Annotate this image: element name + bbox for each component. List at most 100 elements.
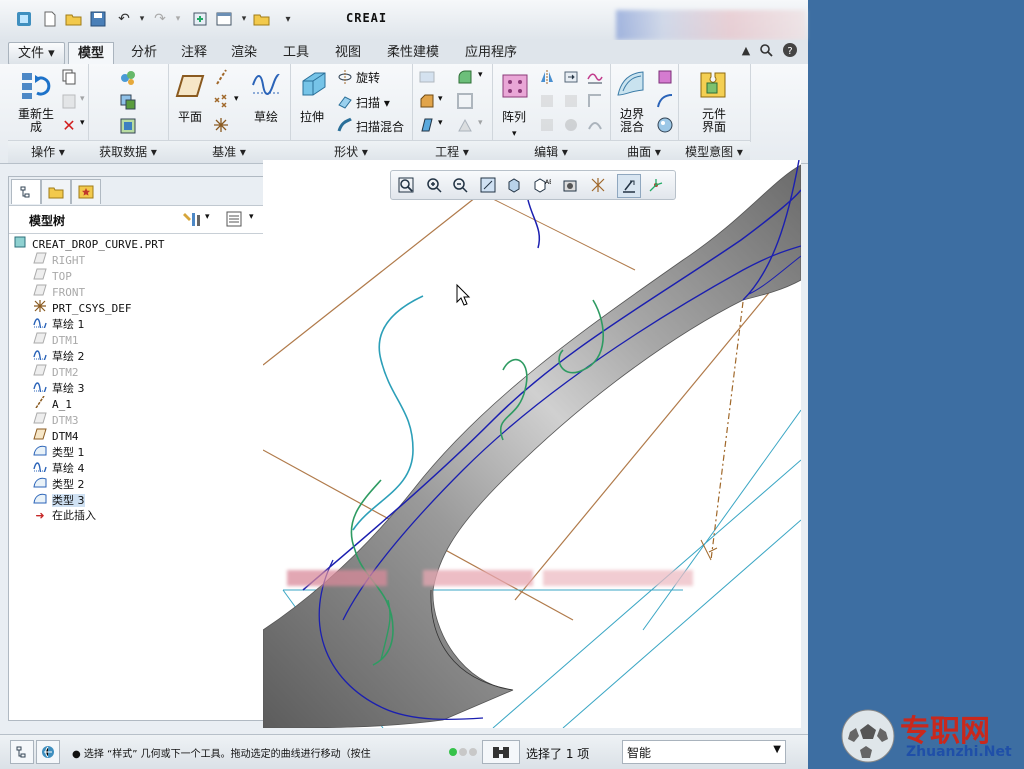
graphics-viewport[interactable] xyxy=(263,160,801,728)
revolve-button[interactable]: 旋转 xyxy=(356,69,380,86)
browser-toggle-icon[interactable] xyxy=(36,740,60,764)
filter-dropdown-icon[interactable]: ▼ xyxy=(773,744,781,755)
display-style-icon[interactable] xyxy=(503,174,525,196)
tree-item-dtm1[interactable]: DTM1 xyxy=(33,332,79,348)
extend-icon[interactable] xyxy=(562,68,580,86)
close-window-folder-icon[interactable] xyxy=(252,9,272,29)
coordinate-system-icon[interactable] xyxy=(212,116,230,134)
regenerate-button[interactable]: 重新生成 xyxy=(14,108,58,134)
round-dropdown-icon[interactable]: ▾ xyxy=(478,70,483,80)
boundary-blend-button[interactable]: 边界混合 xyxy=(618,108,646,134)
search-command-icon[interactable] xyxy=(756,40,776,60)
save-icon[interactable] xyxy=(88,9,108,29)
windows-icon[interactable] xyxy=(214,9,234,29)
copy-icon[interactable] xyxy=(60,68,78,86)
tree-item-right[interactable]: RIGHT xyxy=(33,252,85,268)
tab-annotate[interactable]: 注释 xyxy=(172,42,216,63)
hole-icon[interactable] xyxy=(418,68,436,86)
boundary-blend-icon[interactable] xyxy=(614,68,648,102)
redo-dropdown-icon[interactable]: ▾ xyxy=(168,9,188,29)
tab-tools[interactable]: 工具 xyxy=(274,42,318,63)
saved-orientations-icon[interactable]: AB xyxy=(531,174,553,196)
repaint-icon[interactable] xyxy=(477,174,499,196)
mirror-icon[interactable] xyxy=(538,68,556,86)
tab-file[interactable]: 文件 ▾ xyxy=(8,42,65,65)
tree-item-top[interactable]: TOP xyxy=(33,268,72,284)
tree-item-dtm3[interactable]: DTM3 xyxy=(33,412,79,428)
sweep-icon[interactable] xyxy=(336,92,354,110)
zoom-in-icon[interactable] xyxy=(423,174,445,196)
tree-item-part[interactable]: CREAT_DROP_CURVE.PRT xyxy=(13,236,164,252)
revolve-icon[interactable] xyxy=(336,68,354,86)
merge-icon[interactable] xyxy=(538,92,556,110)
favorites-tab-icon[interactable] xyxy=(71,179,101,204)
tree-item-sketch-1[interactable]: 草绘 1 xyxy=(33,316,85,332)
tab-applications[interactable]: 应用程序 xyxy=(456,42,526,63)
regenerate-icon[interactable] xyxy=(190,9,210,29)
folder-browser-tab-icon[interactable] xyxy=(41,179,71,204)
rib-dropdown-icon[interactable]: ▾ xyxy=(478,118,483,128)
group-label-get-data[interactable]: 获取数据 ▾ xyxy=(88,140,168,163)
model-tree-tab-icon[interactable] xyxy=(11,179,41,204)
extrude-button[interactable]: 拉伸 xyxy=(300,108,324,125)
chamfer-dropdown-icon[interactable]: ▾ xyxy=(438,94,443,104)
pattern-icon[interactable] xyxy=(498,68,532,102)
shell-icon[interactable] xyxy=(456,92,474,110)
undo-icon[interactable]: ↶ xyxy=(114,9,134,29)
tree-item-style-3[interactable]: 类型 3 xyxy=(33,492,85,508)
style-icon[interactable] xyxy=(656,92,674,110)
group-label-operations[interactable]: 操作 ▾ xyxy=(8,140,88,163)
paste-icon[interactable] xyxy=(60,92,78,110)
refit-icon[interactable] xyxy=(395,174,417,196)
sketch-icon[interactable] xyxy=(250,68,282,100)
component-interface-button[interactable]: 元件界面 xyxy=(700,108,728,134)
solidify-icon[interactable] xyxy=(562,116,580,134)
tab-analysis[interactable]: 分析 xyxy=(122,42,166,63)
spin-center-icon[interactable] xyxy=(645,174,667,196)
trim-icon[interactable] xyxy=(562,92,580,110)
swept-blend-button[interactable]: 扫描混合 xyxy=(356,118,404,135)
view-manager-icon[interactable] xyxy=(559,174,581,196)
tree-item-style-2[interactable]: 类型 2 xyxy=(33,476,85,492)
tree-item-sketch-3[interactable]: 草绘 3 xyxy=(33,380,85,396)
plane-button[interactable]: 平面 xyxy=(178,108,202,125)
rib-icon[interactable] xyxy=(456,116,474,134)
tab-render[interactable]: 渲染 xyxy=(222,42,266,63)
tree-item-insert-here[interactable]: ➜ 在此插入 xyxy=(33,508,96,524)
regenerate-icon[interactable] xyxy=(18,68,52,102)
annotation-display-icon[interactable] xyxy=(617,174,641,198)
datum-display-filters-icon[interactable] xyxy=(587,174,609,196)
minimize-ribbon-icon[interactable]: ▲ xyxy=(736,40,756,60)
tree-item-dtm4[interactable]: DTM4 xyxy=(33,428,79,444)
windows-dropdown-icon[interactable]: ▾ xyxy=(234,9,254,29)
sketch-button[interactable]: 草绘 xyxy=(254,108,278,125)
model-graphics[interactable] xyxy=(263,160,801,728)
tab-flexible-modeling[interactable]: 柔性建模 xyxy=(378,42,448,63)
extrude-icon[interactable] xyxy=(296,68,330,102)
show-options-dropdown-icon[interactable]: ▾ xyxy=(249,212,254,222)
shrinkwrap-icon[interactable] xyxy=(118,116,138,136)
point-dropdown-icon[interactable]: ▾ xyxy=(234,94,239,104)
delete-dropdown-icon[interactable]: ▾ xyxy=(80,118,85,128)
user-defined-feature-icon[interactable] xyxy=(118,68,138,88)
tree-item-front[interactable]: FRONT xyxy=(33,284,85,300)
open-file-icon[interactable] xyxy=(64,9,84,29)
customize-quick-access-icon[interactable]: ▾ xyxy=(278,9,298,29)
tree-item-dtm2[interactable]: DTM2 xyxy=(33,364,79,380)
project-icon[interactable] xyxy=(586,68,604,86)
undo-dropdown-icon[interactable]: ▾ xyxy=(132,9,152,29)
point-icon[interactable] xyxy=(212,92,230,110)
round-icon[interactable] xyxy=(456,68,474,86)
new-file-icon[interactable] xyxy=(40,9,60,29)
chamfer-icon[interactable] xyxy=(418,92,436,110)
intersect-icon[interactable] xyxy=(538,116,556,134)
plane-icon[interactable] xyxy=(174,70,206,102)
offset-icon[interactable] xyxy=(586,92,604,110)
tree-item-sketch-2[interactable]: 草绘 2 xyxy=(33,348,85,364)
draft-dropdown-icon[interactable]: ▾ xyxy=(438,118,443,128)
axis-icon[interactable] xyxy=(212,68,230,86)
swept-blend-icon[interactable] xyxy=(336,116,354,134)
tree-settings-icon[interactable] xyxy=(181,209,203,229)
selection-filter-select[interactable]: 智能 ▼ xyxy=(622,740,786,764)
help-icon[interactable]: ? xyxy=(780,40,800,60)
